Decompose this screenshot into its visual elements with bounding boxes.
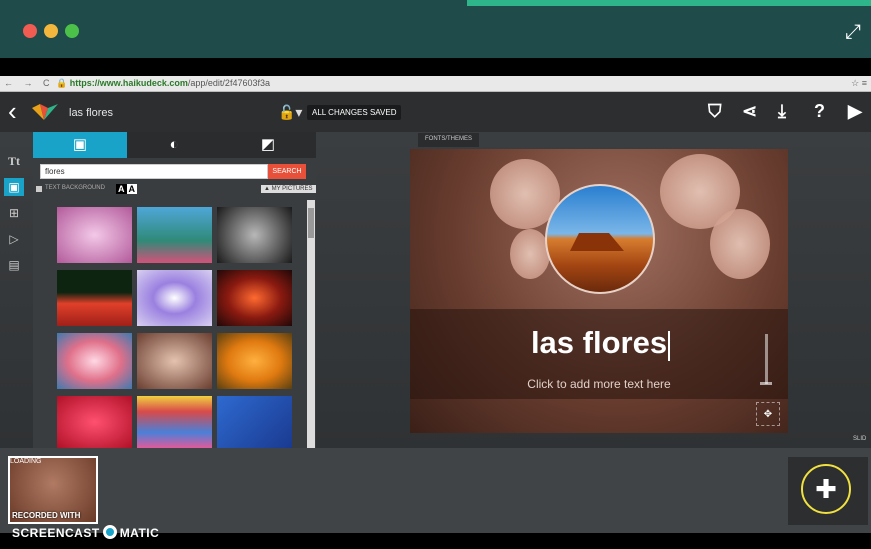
brand-right: MATIC xyxy=(119,526,160,540)
flower-petal xyxy=(710,209,770,279)
url-secure: https://www.haikudeck.com xyxy=(69,78,188,88)
my-pictures-button[interactable]: ▲ MY PICTURES xyxy=(261,185,316,193)
image-thumbnail[interactable] xyxy=(137,207,212,263)
image-thumbnail[interactable] xyxy=(137,396,212,448)
layout-tool-icon[interactable]: ⊞ xyxy=(4,204,24,222)
media-tool-icon[interactable]: ▷ xyxy=(4,230,24,248)
search-button[interactable]: SEARCH xyxy=(268,164,306,179)
share-icon[interactable]: ⋖ xyxy=(742,101,757,121)
window-titlebar xyxy=(0,0,871,58)
bookmark-star-icon[interactable]: ☆ ≡ xyxy=(851,78,867,89)
image-panel-tabs: ▣ ◐ ◩ xyxy=(33,132,316,158)
image-thumbnail[interactable] xyxy=(57,333,132,389)
close-window-button[interactable] xyxy=(23,24,37,38)
app-toolbar: ‹ las flores 🔓▾ ALL CHANGES SAVED ⛉ ⋖ ⤓ … xyxy=(0,92,871,132)
mesa-shape xyxy=(570,233,624,251)
image-thumbnail[interactable] xyxy=(217,270,292,326)
image-thumbnail[interactable] xyxy=(57,207,132,263)
haiku-deck-logo-icon xyxy=(32,104,58,120)
slide-subtitle[interactable]: Click to add more text here xyxy=(410,377,788,391)
shield-icon[interactable]: ⛉ xyxy=(708,101,722,121)
deck-name[interactable]: las flores xyxy=(69,107,113,119)
slide-title[interactable]: las flores xyxy=(410,325,788,361)
aa-light: A xyxy=(126,184,137,194)
image-thumbnail[interactable] xyxy=(217,396,292,448)
text-tool-icon[interactable]: Tt xyxy=(4,152,24,170)
browser-nav-icons[interactable]: ← → C xyxy=(4,78,54,88)
aa-dark: A xyxy=(116,184,127,194)
image-thumbnail[interactable] xyxy=(217,207,292,263)
tab-solid-background[interactable]: ◩ xyxy=(221,132,315,158)
address-bar[interactable]: 🔒 https://www.haikudeck.com/app/edit/2f4… xyxy=(56,78,270,89)
fullscreen-icon[interactable]: ⤢ xyxy=(845,22,861,42)
tab-colors[interactable]: ◐ xyxy=(127,132,221,158)
text-cursor xyxy=(668,331,670,361)
text-contrast-toggle[interactable]: AA xyxy=(116,184,137,194)
minimize-window-button[interactable] xyxy=(44,24,58,38)
text-background-label: TEXT BACKGROUND xyxy=(45,185,105,191)
slide-circle-image[interactable] xyxy=(545,184,655,294)
image-search-input[interactable]: flores xyxy=(40,164,268,179)
image-thumbnail[interactable] xyxy=(57,270,132,326)
download-icon[interactable]: ⤓ xyxy=(778,101,786,121)
recorded-with-label: RECORDED WITH xyxy=(12,511,81,520)
screencast-matic-watermark: SCREENCAST MATIC xyxy=(12,525,159,540)
tab-images[interactable]: ▣ xyxy=(33,132,127,158)
loading-label: LOADING xyxy=(10,458,42,465)
save-status-badge: ALL CHANGES SAVED xyxy=(307,105,402,120)
browser-url-bar: ← → C 🔒 https://www.haikudeck.com/app/ed… xyxy=(0,76,871,92)
text-size-slider-handle[interactable] xyxy=(760,382,772,385)
help-icon[interactable]: ? xyxy=(814,101,825,121)
move-icon[interactable]: ✥ xyxy=(756,402,780,426)
screen: ⤢ ← → C 🔒 https://www.haikudeck.com/app/… xyxy=(0,0,871,549)
image-thumbnail[interactable] xyxy=(137,270,212,326)
lock-icon[interactable]: 🔓▾ xyxy=(278,104,302,121)
url-path: /app/edit/2f47603f3a xyxy=(187,78,270,88)
slide-canvas[interactable]: las flores Click to add more text here ✥ xyxy=(410,149,788,433)
flower-petal xyxy=(510,229,550,279)
filmstrip xyxy=(0,448,871,533)
maximize-window-button[interactable] xyxy=(65,24,79,38)
accent-bar xyxy=(467,0,871,6)
notes-tool-icon[interactable]: ▤ xyxy=(4,256,24,274)
add-slide-button[interactable]: ✚ xyxy=(801,464,851,514)
slide-side-label: SLID xyxy=(853,436,867,442)
image-thumbnail[interactable] xyxy=(57,396,132,448)
scrollbar-thumb[interactable] xyxy=(308,208,314,238)
text-size-slider[interactable] xyxy=(765,334,768,384)
image-thumbnail[interactable] xyxy=(217,333,292,389)
record-dot-icon xyxy=(102,525,117,539)
image-tool-icon[interactable]: ▣ xyxy=(4,178,24,196)
image-thumbnail[interactable] xyxy=(137,333,212,389)
image-grid-scrollbar[interactable] xyxy=(307,200,315,448)
screen-border xyxy=(0,58,871,76)
play-icon[interactable]: ▶ xyxy=(848,101,862,121)
fonts-themes-tab[interactable]: FONTS/THEMES xyxy=(418,133,480,147)
back-chevron-icon[interactable]: ‹ xyxy=(8,98,17,124)
text-background-checkbox[interactable] xyxy=(36,186,42,192)
brand-left: SCREENCAST xyxy=(12,526,100,540)
